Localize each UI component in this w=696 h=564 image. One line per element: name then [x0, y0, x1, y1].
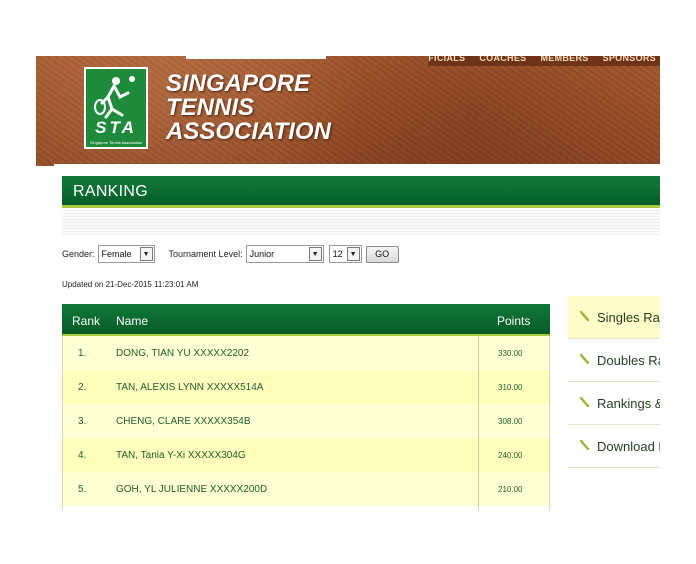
table-border: [62, 336, 550, 510]
logo-text: STA: [95, 118, 137, 137]
side-item-label: Rankings &: [597, 396, 660, 411]
level-label: Tournament Level:: [168, 249, 243, 259]
section-header: RANKING: [62, 176, 660, 208]
last-updated: Updated on 21-Dec-2015 11:23:01 AM: [62, 280, 199, 289]
age-value: 12: [332, 249, 343, 259]
column-header-rank[interactable]: Rank: [72, 314, 100, 328]
side-item-label: Singles Ran: [597, 310, 660, 325]
chevron-down-icon[interactable]: ▼: [139, 247, 153, 261]
main-content: RANKING Gender: Female ▼ Tournament Leve…: [54, 164, 660, 510]
go-button[interactable]: GO: [365, 245, 399, 263]
nav-officials[interactable]: OFFICIALS: [428, 56, 465, 66]
top-nav: OFFICIALS COACHES MEMBERS SPONSORS: [428, 56, 660, 66]
side-item-download[interactable]: Download F: [568, 425, 660, 468]
age-select[interactable]: 12 ▼: [328, 245, 362, 263]
side-item-doubles[interactable]: Doubles Ra: [568, 339, 660, 382]
decorative-stripe: [62, 209, 660, 235]
side-item-singles[interactable]: Singles Ran: [568, 296, 660, 339]
org-name: SINGAPORE TENNIS ASSOCIATION: [166, 72, 331, 144]
org-name-line: TENNIS: [166, 94, 255, 121]
arrow-bullet-icon: [580, 440, 589, 450]
gender-value: Female: [101, 249, 132, 259]
side-item-label: Doubles Ra: [597, 353, 660, 368]
level-select[interactable]: Junior ▼: [245, 245, 324, 263]
org-name-line: SINGAPORE: [166, 70, 311, 97]
nav-coaches[interactable]: COACHES: [479, 56, 526, 66]
column-header-points[interactable]: Points: [497, 314, 530, 328]
nav-sponsors[interactable]: SPONSORS: [603, 56, 656, 66]
logo-subtext: Singapore Tennis Association: [89, 140, 143, 145]
gender-select[interactable]: Female ▼: [97, 245, 155, 263]
column-header-name[interactable]: Name: [116, 314, 148, 328]
side-item-rankings[interactable]: Rankings &: [568, 382, 660, 425]
section-title: RANKING: [73, 183, 148, 200]
header-tab-notch: [186, 56, 326, 59]
chevron-down-icon[interactable]: ▼: [308, 247, 322, 261]
level-value: Junior: [249, 249, 275, 259]
side-menu: Singles Ran Doubles Ra Rankings & Downlo…: [568, 296, 660, 468]
arrow-bullet-icon: [580, 354, 589, 364]
chevron-down-icon[interactable]: ▼: [346, 247, 360, 261]
sta-logo[interactable]: STA Singapore Tennis Association: [84, 67, 148, 149]
nav-members[interactable]: MEMBERS: [540, 56, 588, 66]
table-header: Rank Name Points: [62, 304, 550, 336]
column-divider: [478, 336, 479, 510]
ranking-table: Rank Name Points 1. DONG, TIAN YU XXXXX2…: [62, 304, 550, 510]
arrow-bullet-icon: [580, 397, 589, 407]
tennis-player-icon: [94, 76, 135, 119]
gender-label: Gender:: [62, 249, 95, 259]
site-header: OFFICIALS COACHES MEMBERS SPONSORS STA S…: [36, 56, 660, 166]
arrow-bullet-icon: [580, 311, 589, 321]
side-item-label: Download F: [597, 439, 660, 454]
ranking-filters: Gender: Female ▼ Tournament Level: Junio…: [62, 244, 399, 264]
org-name-line: ASSOCIATION: [166, 118, 331, 145]
